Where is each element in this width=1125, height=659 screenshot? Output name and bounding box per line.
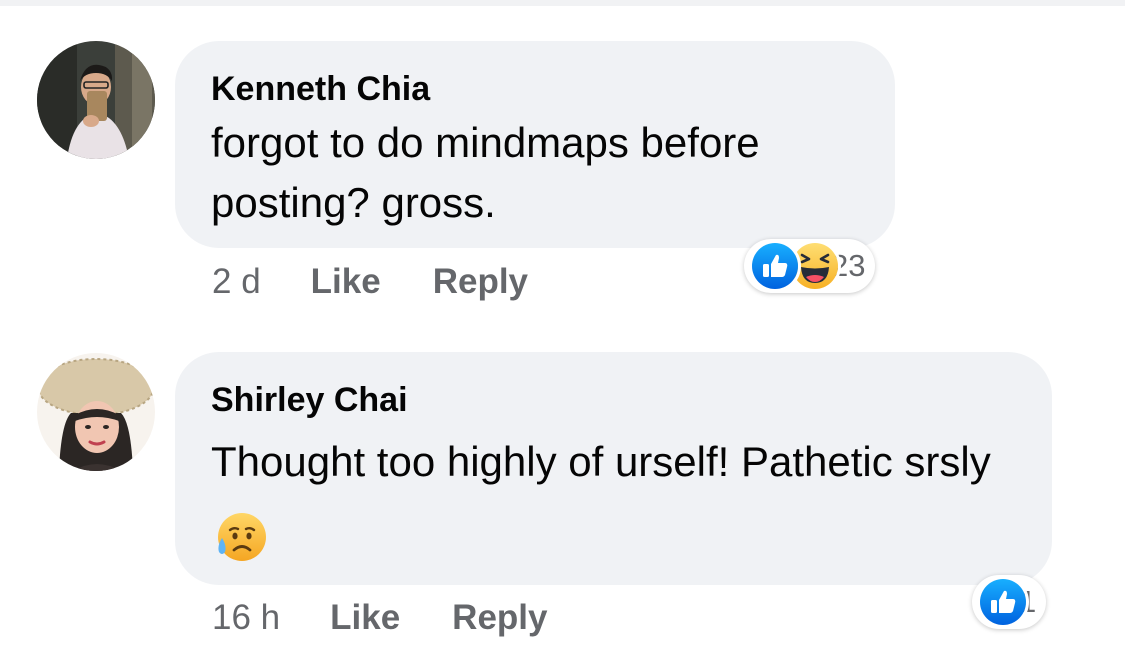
comment-timestamp[interactable]: 2 d	[212, 262, 261, 302]
reaction-summary[interactable]: 1	[972, 575, 1047, 629]
like-icon	[977, 576, 1029, 628]
like-icon	[749, 240, 801, 292]
avatar[interactable]	[37, 41, 155, 159]
comment-text: forgot to do mindmaps before posting? gr…	[211, 119, 760, 226]
comments-page: Kenneth Chia forgot to do mindmaps befor…	[0, 0, 1125, 659]
comment-text-content: Thought too highly of urself! Pathetic s…	[211, 438, 991, 485]
comment-author[interactable]: Shirley Chai	[211, 378, 1016, 422]
comment-bubble: Kenneth Chia forgot to do mindmaps befor…	[175, 41, 895, 248]
reaction-summary[interactable]: 23	[744, 239, 876, 293]
sad-but-relieved-face-icon	[213, 510, 267, 564]
comment-text: Thought too highly of urself! Pathetic s…	[211, 424, 1026, 576]
avatar[interactable]	[37, 353, 155, 471]
comment-actions: 16 h Like Reply	[212, 598, 599, 638]
top-divider	[0, 0, 1125, 6]
reply-button[interactable]: Reply	[433, 262, 528, 302]
like-button[interactable]: Like	[330, 598, 400, 638]
comment-author[interactable]: Kenneth Chia	[211, 67, 859, 111]
like-button[interactable]: Like	[311, 262, 381, 302]
comment-actions: 2 d Like Reply	[212, 262, 580, 302]
reply-button[interactable]: Reply	[452, 598, 547, 638]
comment-bubble: Shirley Chai Thought too highly of ursel…	[175, 352, 1052, 585]
comment-timestamp[interactable]: 16 h	[212, 598, 280, 638]
